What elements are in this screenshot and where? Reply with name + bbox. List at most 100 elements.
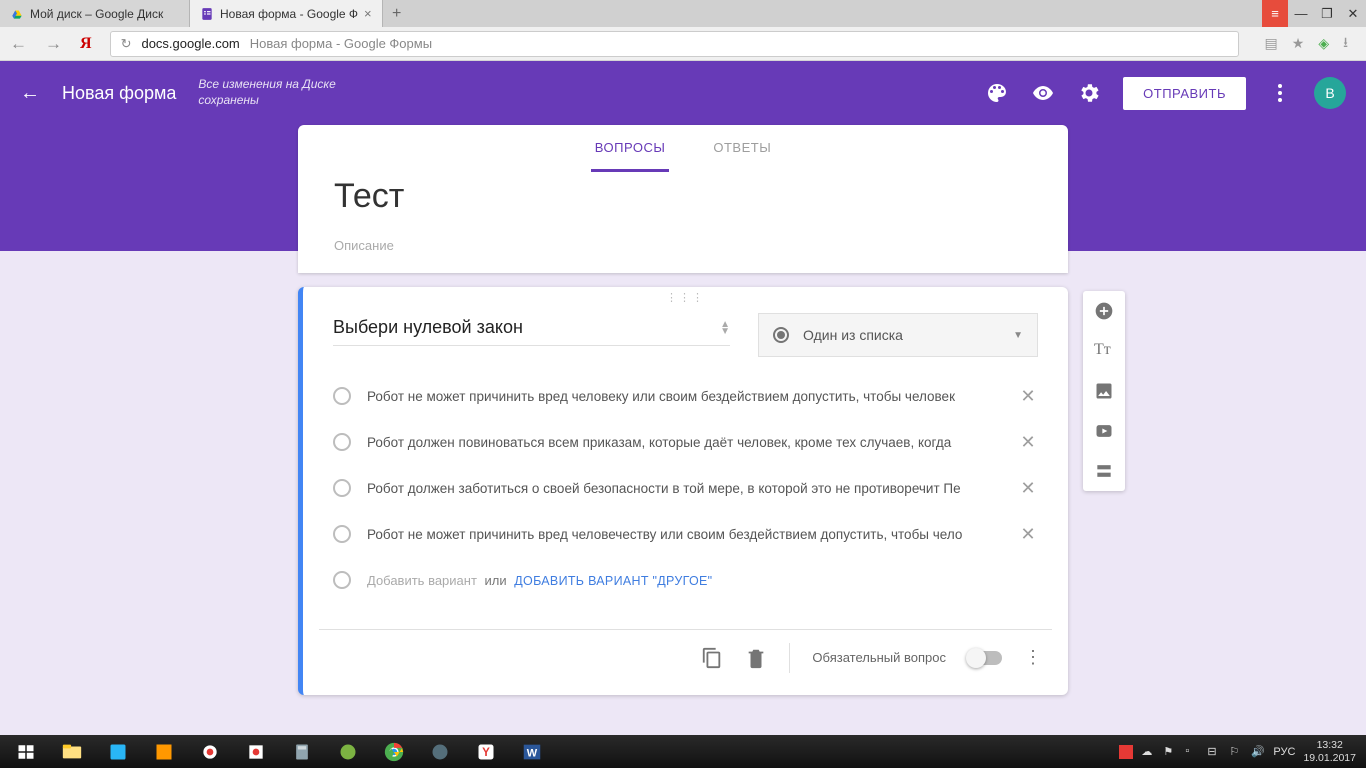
taskbar-chrome-icon[interactable]	[372, 738, 416, 766]
add-image-button[interactable]	[1094, 381, 1114, 401]
window-maximize-button[interactable]: ❐	[1314, 0, 1340, 27]
drive-icon	[10, 7, 24, 21]
taskbar-app-icon[interactable]	[326, 738, 370, 766]
browser-tabbar: Мой диск – Google Диск Новая форма - Goo…	[0, 0, 1366, 27]
tray-icon[interactable]: ⚑	[1163, 745, 1177, 759]
option-row: Робот не может причинить вред человеку и…	[333, 373, 1038, 419]
url-title: Новая форма - Google Формы	[250, 36, 432, 51]
start-button[interactable]	[4, 738, 48, 766]
app-header: ← Новая форма Все изменения на Диске сох…	[0, 61, 1366, 125]
window-minimize-button[interactable]: —	[1288, 0, 1314, 27]
taskbar-app-icon[interactable]	[418, 738, 462, 766]
tab-label: Новая форма - Google Ф	[220, 7, 358, 21]
downloads-icon[interactable]: ⭳	[1343, 32, 1348, 56]
tab-questions[interactable]: ВОПРОСЫ	[591, 126, 670, 172]
nav-back-button[interactable]: ←	[10, 34, 27, 54]
tray-adobe-icon[interactable]	[1119, 745, 1133, 759]
add-other-button[interactable]: ДОБАВИТЬ ВАРИАНТ "ДРУГОЕ"	[514, 574, 712, 588]
browser-address-bar: ← → Я ↻ docs.google.com Новая форма - Go…	[0, 27, 1366, 61]
palette-icon[interactable]	[985, 81, 1009, 105]
add-video-button[interactable]	[1094, 421, 1114, 441]
settings-icon[interactable]	[1077, 81, 1101, 105]
remove-option-icon[interactable]: ✕	[1018, 432, 1038, 453]
required-label: Обязательный вопрос	[812, 650, 946, 665]
delete-button[interactable]	[745, 647, 767, 669]
radio-icon	[333, 571, 351, 589]
option-input[interactable]: Робот не может причинить вред человеку и…	[367, 389, 1002, 404]
tray-icon[interactable]: ☁	[1141, 745, 1155, 759]
tray-volume-icon[interactable]: 🔊	[1251, 745, 1265, 759]
windows-taskbar: Y W ☁ ⚑ ▫ ⊟ ⚐ 🔊 РУС 13:32 19.01.2017	[0, 735, 1366, 768]
tray-time: 13:32	[1303, 739, 1356, 751]
option-input[interactable]: Робот не может причинить вред человечест…	[367, 527, 1002, 542]
form-title-input[interactable]: Тест	[298, 173, 1068, 216]
tray-icon[interactable]: ⊟	[1207, 745, 1221, 759]
add-title-button[interactable]: Tᴛ	[1094, 341, 1114, 361]
bookmark-icon[interactable]: ▤	[1265, 35, 1278, 52]
adblock-icon[interactable]: ◈	[1318, 35, 1329, 52]
close-tab-icon[interactable]: ×	[364, 6, 372, 21]
form-name[interactable]: Новая форма	[62, 83, 176, 104]
taskbar-app-icon[interactable]	[188, 738, 232, 766]
duplicate-button[interactable]	[701, 647, 723, 669]
system-tray: ☁ ⚑ ▫ ⊟ ⚐ 🔊 РУС 13:32 19.01.2017	[1119, 739, 1362, 763]
radio-icon	[333, 387, 351, 405]
taskbar-app-icon[interactable]	[234, 738, 278, 766]
drag-handle-icon[interactable]: ⋮⋮⋮	[303, 287, 1068, 307]
preview-icon[interactable]	[1031, 81, 1055, 105]
url-host: docs.google.com	[141, 36, 239, 51]
forms-icon	[200, 7, 214, 21]
tray-language[interactable]: РУС	[1273, 746, 1295, 758]
more-icon[interactable]	[1268, 81, 1292, 105]
taskbar-app-icon[interactable]	[96, 738, 140, 766]
tray-network-icon[interactable]: ▫	[1185, 745, 1199, 759]
back-button[interactable]: ←	[20, 82, 40, 105]
yandex-logo-icon[interactable]: Я	[80, 35, 92, 53]
nav-forward-button[interactable]: →	[45, 34, 62, 54]
required-toggle[interactable]	[968, 651, 1002, 665]
add-section-button[interactable]	[1094, 461, 1114, 481]
account-avatar[interactable]: В	[1314, 77, 1346, 109]
option-row: Робот должен повиноваться всем приказам,…	[333, 419, 1038, 465]
browser-menu-button[interactable]: ≡	[1262, 0, 1288, 27]
form-description-input[interactable]: Описание	[298, 216, 1068, 253]
tray-flag-icon[interactable]: ⚐	[1229, 745, 1243, 759]
taskbar-explorer-icon[interactable]	[50, 738, 94, 766]
question-title-text: Выбери нулевой закон	[333, 317, 523, 338]
svg-text:W: W	[527, 747, 538, 759]
save-status: Все изменения на Диске сохранены	[198, 77, 335, 108]
question-more-icon[interactable]: ⋮	[1024, 647, 1042, 668]
taskbar-word-icon[interactable]: W	[510, 738, 554, 766]
radio-icon	[333, 525, 351, 543]
option-input[interactable]: Робот должен заботиться о своей безопасн…	[367, 481, 1002, 496]
add-question-button[interactable]	[1094, 301, 1114, 321]
option-input[interactable]: Робот должен повиноваться всем приказам,…	[367, 435, 1002, 450]
reload-icon[interactable]: ↻	[121, 36, 132, 52]
question-card: ⋮⋮⋮ Выбери нулевой закон ▲▼ Один из спис…	[298, 287, 1068, 695]
question-title-input[interactable]: Выбери нулевой закон ▲▼	[333, 313, 730, 346]
remove-option-icon[interactable]: ✕	[1018, 478, 1038, 499]
radio-icon	[333, 433, 351, 451]
question-type-label: Один из списка	[803, 327, 903, 343]
question-type-select[interactable]: Один из списка ▼	[758, 313, 1038, 357]
tray-clock[interactable]: 13:32 19.01.2017	[1303, 739, 1356, 763]
svg-text:Y: Y	[482, 746, 490, 759]
new-tab-button[interactable]: +	[383, 0, 411, 27]
send-button[interactable]: ОТПРАВИТЬ	[1123, 77, 1246, 110]
remove-option-icon[interactable]: ✕	[1018, 386, 1038, 407]
tab-responses[interactable]: ОТВЕТЫ	[709, 126, 775, 172]
stepper-icon[interactable]: ▲▼	[720, 321, 730, 335]
browser-tab-forms[interactable]: Новая форма - Google Ф ×	[190, 0, 383, 27]
browser-tab-drive[interactable]: Мой диск – Google Диск	[0, 0, 190, 27]
taskbar-calc-icon[interactable]	[280, 738, 324, 766]
url-field[interactable]: ↻ docs.google.com Новая форма - Google Ф…	[110, 31, 1239, 57]
chevron-down-icon: ▼	[1013, 330, 1023, 341]
remove-option-icon[interactable]: ✕	[1018, 524, 1038, 545]
star-icon[interactable]: ★	[1292, 35, 1305, 52]
side-toolbar: Tᴛ	[1083, 291, 1125, 491]
taskbar-yandex-icon[interactable]: Y	[464, 738, 508, 766]
window-close-button[interactable]: ✕	[1340, 0, 1366, 27]
taskbar-app-icon[interactable]	[142, 738, 186, 766]
tab-label: Мой диск – Google Диск	[30, 7, 179, 21]
add-option-button[interactable]: Добавить вариант	[367, 573, 477, 588]
